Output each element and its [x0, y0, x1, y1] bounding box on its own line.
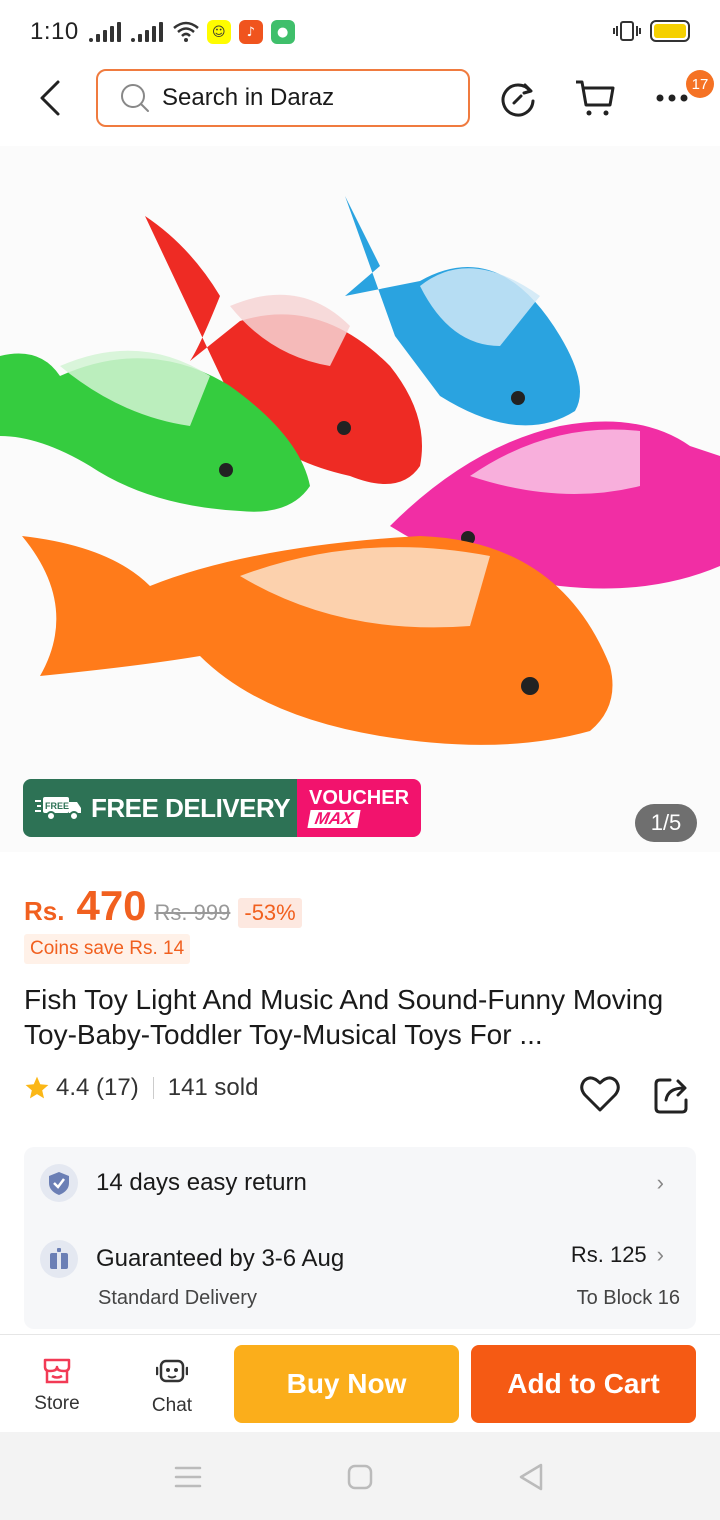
coins-save-tag: Coins save Rs. 14	[24, 934, 191, 964]
voucher-text: VOUCHER	[309, 787, 410, 809]
search-bar[interactable]: Search in Daraz	[96, 69, 470, 127]
star-icon	[25, 1076, 49, 1099]
delivery-truck-icon: FREE	[35, 797, 81, 821]
original-price: Rs. 999	[154, 900, 231, 925]
snapchat-icon: ☺	[206, 20, 231, 44]
add-to-cart-button[interactable]: Add to Cart	[471, 1345, 696, 1423]
delivery-fee-wrap: Rs. 125 ›	[571, 1242, 664, 1268]
chat-button[interactable]: Chat	[132, 1357, 212, 1417]
battery-icon	[650, 20, 690, 42]
heart-icon	[580, 1076, 620, 1112]
delivery-fee: Rs. 125	[570, 1242, 647, 1267]
signal-icon	[88, 22, 121, 42]
divider	[152, 1077, 154, 1099]
discount-badge: -53%	[238, 898, 302, 928]
product-title: Fish Toy Light And Music And Sound-Funny…	[24, 984, 664, 1050]
wifi-icon	[172, 21, 199, 42]
image-counter: 1/5	[635, 804, 697, 842]
system-nav-bar	[0, 1432, 720, 1520]
delivery-row[interactable]: Guaranteed by 3-6 Aug Rs. 125 ›	[40, 1240, 680, 1278]
search-icon	[121, 84, 149, 112]
history-icon	[501, 83, 535, 117]
free-delivery-text: FREE DELIVERY	[91, 792, 291, 823]
store-button[interactable]: Store	[17, 1357, 97, 1415]
price-row: Rs. 470 Rs. 999 -53%	[24, 882, 302, 930]
back-nav-icon[interactable]	[516, 1462, 546, 1492]
price-amount: 470	[76, 882, 147, 929]
free-delivery-banner: FREE FREE DELIVERY	[23, 779, 297, 837]
chat-label: Chat	[151, 1395, 193, 1416]
signal-icon-2	[130, 22, 163, 42]
share-button[interactable]	[652, 1072, 692, 1116]
service-info-card: 14 days easy return › Guaranteed by 3-6 …	[24, 1147, 696, 1329]
product-image	[0, 196, 720, 745]
store-label: Store	[34, 1393, 80, 1414]
status-right	[612, 20, 690, 42]
sold-count: 141 sold	[167, 1074, 259, 1101]
rating-value: 4.4 (17)	[56, 1074, 139, 1101]
vibrate-icon	[613, 21, 641, 41]
buy-now-button[interactable]: Buy Now	[234, 1345, 459, 1423]
bottom-action-bar: Store Chat Buy Now Add to Cart	[0, 1334, 720, 1432]
product-image-gallery[interactable]: FREE FREE DELIVERY VOUCHER MAX 1/5	[0, 146, 720, 852]
status-bar: 1:10 ☺ ♪ ●	[0, 0, 720, 64]
return-policy-label: 14 days easy return	[96, 1169, 307, 1196]
top-header: Search in Daraz 17	[0, 64, 720, 134]
voucher-max-text: MAX	[307, 809, 361, 828]
delivery-type: Standard Delivery	[98, 1287, 257, 1309]
chevron-right-icon: ›	[656, 1242, 664, 1267]
gift-box-icon	[40, 1240, 78, 1278]
store-icon	[43, 1358, 71, 1384]
wishlist-button[interactable]	[578, 1072, 622, 1116]
history-button[interactable]	[496, 74, 540, 122]
more-icon	[656, 94, 688, 102]
chevron-right-icon: ›	[656, 1170, 664, 1195]
chat-robot-icon	[156, 1359, 188, 1383]
free-tag-text: FREE	[45, 801, 69, 811]
share-icon	[654, 1078, 688, 1114]
home-icon[interactable]	[345, 1462, 375, 1492]
recent-apps-icon[interactable]	[173, 1462, 203, 1492]
search-placeholder: Search in Daraz	[162, 84, 335, 111]
chevron-left-icon	[40, 80, 60, 116]
promo-banner: FREE FREE DELIVERY VOUCHER MAX	[23, 779, 421, 837]
price-currency: Rs.	[24, 896, 65, 926]
cart-icon	[576, 80, 615, 116]
app-notification-icon: ♪	[238, 20, 263, 44]
delivery-destination: To Block 16	[576, 1287, 680, 1309]
cart-button[interactable]	[573, 74, 617, 122]
rating-row[interactable]: 4.4 (17) 141 sold	[24, 1074, 258, 1102]
delivery-label: Guaranteed by 3-6 Aug	[96, 1245, 345, 1272]
chat-app-icon: ●	[270, 20, 295, 44]
status-time: 1:10	[30, 18, 79, 45]
fish-orange	[22, 536, 613, 745]
shield-icon	[40, 1164, 78, 1202]
return-policy-row[interactable]: 14 days easy return ›	[40, 1164, 680, 1202]
notification-badge: 17	[686, 70, 714, 98]
voucher-max-banner: VOUCHER MAX	[297, 779, 421, 837]
back-button[interactable]	[30, 76, 70, 120]
